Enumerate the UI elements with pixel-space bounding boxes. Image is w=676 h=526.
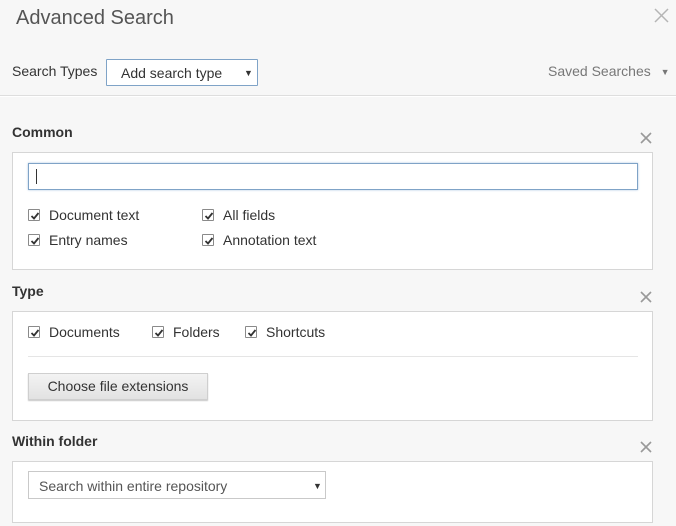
checkbox-label: All fields bbox=[223, 207, 276, 223]
checkbox-box[interactable] bbox=[202, 209, 214, 221]
remove-section-icon bbox=[640, 291, 652, 303]
checkbox-box[interactable] bbox=[245, 326, 257, 338]
checkbox-box[interactable] bbox=[28, 209, 40, 221]
search-type-select-value: Add search type bbox=[121, 65, 223, 81]
remove-section-icon bbox=[640, 132, 652, 144]
dialog-header: Advanced Search Search Types Add search … bbox=[0, 0, 676, 96]
close-icon bbox=[654, 8, 669, 23]
type-panel: Documents Folders Shortcuts Choose file … bbox=[12, 311, 653, 421]
checkmark-icon bbox=[204, 212, 214, 220]
section-title-common: Common bbox=[12, 124, 73, 140]
folder-scope-select[interactable]: Search within entire repository ▼ bbox=[28, 471, 326, 499]
checkbox-label: Document text bbox=[49, 207, 140, 223]
section-title-within-folder: Within folder bbox=[12, 433, 98, 449]
checkbox-label: Folders bbox=[173, 324, 220, 340]
checkbox-box[interactable] bbox=[152, 326, 164, 338]
remove-section-icon bbox=[640, 441, 652, 453]
checkmark-icon bbox=[30, 212, 40, 220]
dialog-title: Advanced Search bbox=[16, 7, 174, 29]
checkmark-icon bbox=[154, 329, 164, 337]
saved-searches-dropdown[interactable]: Saved Searches ▼ bbox=[548, 63, 670, 79]
caret-down-icon: ▼ bbox=[660, 67, 670, 77]
remove-within-folder-button[interactable] bbox=[638, 439, 654, 455]
checkmark-icon bbox=[30, 237, 40, 245]
choose-file-extensions-button[interactable]: Choose file extensions bbox=[28, 373, 208, 400]
caret-down-icon: ▼ bbox=[313, 481, 322, 491]
remove-type-button[interactable] bbox=[638, 289, 654, 305]
within-folder-panel: Search within entire repository ▼ bbox=[12, 461, 653, 523]
checkbox-label: Entry names bbox=[49, 232, 128, 248]
section-title-type: Type bbox=[12, 283, 44, 299]
search-types-label: Search Types bbox=[12, 63, 98, 79]
checkmark-icon bbox=[247, 329, 257, 337]
checkbox-label: Shortcuts bbox=[266, 324, 326, 340]
checkbox-box[interactable] bbox=[28, 326, 40, 338]
search-criteria-area: Common Document text All fields Entry na… bbox=[0, 97, 676, 526]
divider bbox=[28, 356, 638, 357]
checkmark-icon bbox=[204, 237, 214, 245]
folder-scope-select-value: Search within entire repository bbox=[39, 478, 228, 494]
search-type-select[interactable]: Add search type ▼ bbox=[106, 59, 258, 86]
remove-common-button[interactable] bbox=[638, 130, 654, 146]
saved-searches-label: Saved Searches bbox=[548, 63, 651, 79]
checkbox-label: Documents bbox=[49, 324, 120, 340]
close-button[interactable] bbox=[652, 5, 672, 27]
text-cursor bbox=[36, 169, 37, 184]
checkmark-icon bbox=[30, 329, 40, 337]
common-panel: Document text All fields Entry names Ann… bbox=[12, 152, 653, 270]
caret-down-icon: ▼ bbox=[244, 68, 253, 78]
common-search-input[interactable] bbox=[28, 163, 638, 190]
checkbox-box[interactable] bbox=[28, 234, 40, 246]
checkbox-box[interactable] bbox=[202, 234, 214, 246]
checkbox-label: Annotation text bbox=[223, 232, 317, 248]
